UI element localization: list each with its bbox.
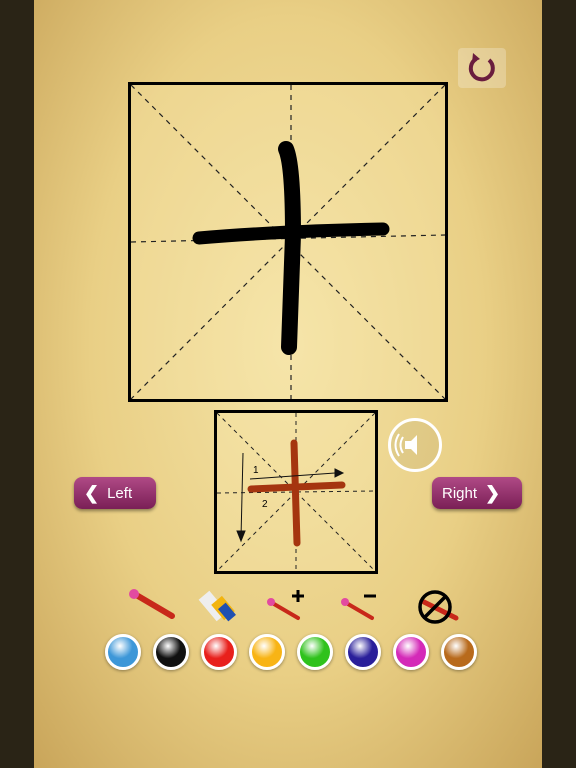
clear-button[interactable]: [410, 588, 460, 624]
color-swatch[interactable]: [249, 634, 285, 670]
stroke-number-2: 2: [262, 499, 268, 510]
stroke-number-1: 1: [253, 465, 259, 476]
right-button[interactable]: Right ❯: [432, 477, 522, 509]
brush-plus-icon: [267, 590, 304, 620]
chevron-right-icon: ❯: [485, 482, 501, 503]
color-swatch[interactable]: [201, 634, 237, 670]
color-swatch[interactable]: [441, 634, 477, 670]
drawn-character: [192, 141, 390, 355]
color-swatch[interactable]: [105, 634, 141, 670]
color-swatch[interactable]: [393, 634, 429, 670]
eraser-icon: [198, 590, 236, 622]
refresh-icon: [468, 53, 495, 82]
example-character-box: 1 2: [214, 410, 378, 574]
left-button[interactable]: ❮ Left: [74, 477, 156, 509]
no-brush-icon: [418, 590, 459, 624]
speaker-icon: [394, 433, 417, 457]
brush-minus-icon: [341, 594, 376, 620]
reset-button[interactable]: [458, 48, 506, 88]
brush-icon: [129, 589, 175, 619]
brush-smaller-button[interactable]: [338, 588, 388, 624]
writing-canvas[interactable]: [128, 82, 448, 402]
color-swatch[interactable]: [345, 634, 381, 670]
color-swatch[interactable]: [297, 634, 333, 670]
brush-button[interactable]: [126, 588, 176, 624]
eraser-button[interactable]: [198, 588, 248, 624]
sound-button[interactable]: [388, 418, 442, 472]
color-swatch[interactable]: [153, 634, 189, 670]
brush-larger-button[interactable]: [264, 588, 314, 624]
chevron-left-icon: ❮: [84, 482, 100, 503]
